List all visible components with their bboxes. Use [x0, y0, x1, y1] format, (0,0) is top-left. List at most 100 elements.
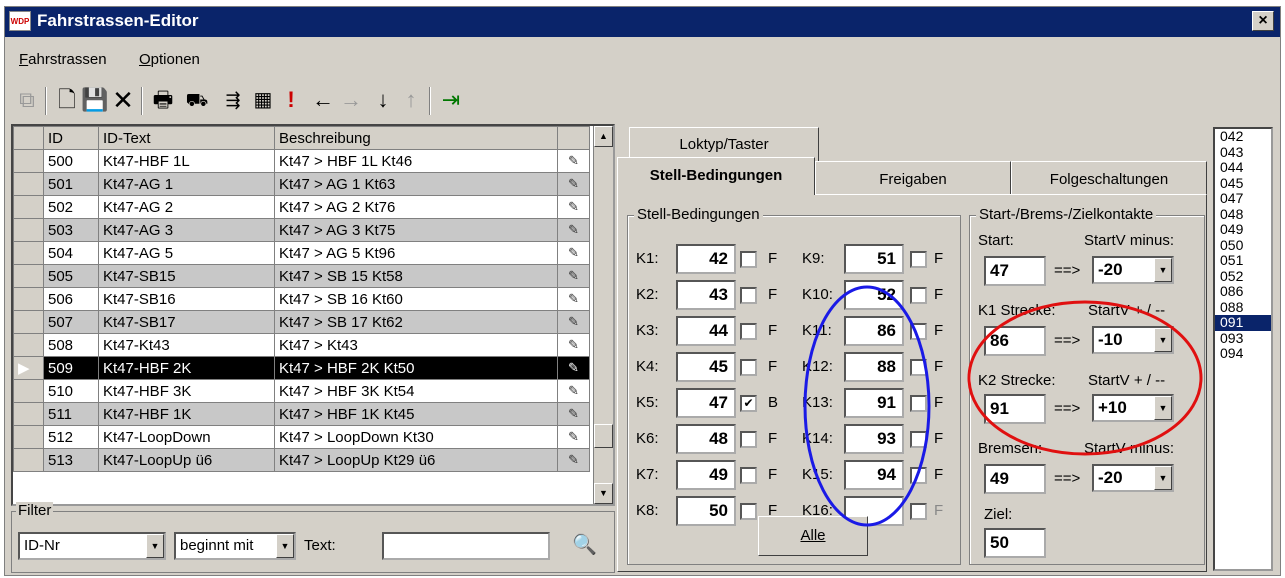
locomotive-icon[interactable]: ⛟ [183, 85, 211, 115]
col-id-text[interactable]: ID-Text [98, 126, 275, 150]
list-item[interactable]: 047 [1215, 190, 1271, 207]
table-row[interactable]: 513 Kt47-LoopUp ü6 Kt47 > LoopUp Kt29 ü6 ✎ [13, 448, 590, 472]
edit-icon[interactable]: ✎ [557, 149, 590, 173]
save-icon[interactable]: 💾 [81, 85, 109, 115]
start-field[interactable]: 47 [984, 256, 1046, 286]
chevron-down-icon[interactable]: ▼ [1154, 396, 1172, 420]
row-indicator[interactable] [13, 195, 44, 219]
chevron-down-icon[interactable]: ▼ [1154, 466, 1172, 490]
list-item[interactable]: 042 [1215, 128, 1271, 145]
table-scrollbar[interactable]: ▲ ▼ [593, 126, 613, 504]
signal-icon[interactable]: ▦ [249, 85, 277, 115]
k-checkbox[interactable] [910, 467, 927, 484]
close-button[interactable]: × [1252, 11, 1274, 31]
edit-icon[interactable]: ✎ [557, 379, 590, 403]
list-item[interactable]: 052 [1215, 268, 1271, 285]
k1-v-select[interactable]: -10 ▼ [1092, 326, 1174, 354]
chevron-down-icon[interactable]: ▼ [146, 534, 164, 558]
filter-text-input[interactable] [382, 532, 550, 560]
list-item[interactable]: 045 [1215, 175, 1271, 192]
list-item[interactable]: 088 [1215, 299, 1271, 316]
new-icon[interactable]: 🗋 [53, 85, 81, 115]
table-row[interactable]: 510 Kt47-HBF 3K Kt47 > HBF 3K Kt54 ✎ [13, 379, 590, 403]
alle-button[interactable]: Alle [758, 516, 868, 556]
table-row[interactable]: 508 Kt47-Kt43 Kt47 > Kt43 ✎ [13, 333, 590, 357]
edit-icon[interactable]: ✎ [557, 333, 590, 357]
chevron-down-icon[interactable]: ▼ [276, 534, 294, 558]
delete-icon[interactable]: ✕ [109, 85, 137, 115]
edit-icon[interactable]: ✎ [557, 448, 590, 472]
row-indicator[interactable] [13, 425, 44, 449]
k-checkbox[interactable] [740, 503, 757, 520]
edit-icon[interactable]: ✎ [557, 425, 590, 449]
k-checkbox[interactable] [740, 251, 757, 268]
k-field[interactable]: 42 [676, 244, 736, 274]
k-checkbox[interactable] [910, 431, 927, 448]
k-checkbox[interactable] [740, 467, 757, 484]
filter-mode-select[interactable]: beginnt mit ▼ [174, 532, 296, 560]
table-row[interactable]: 504 Kt47-AG 5 Kt47 > AG 5 Kt96 ✎ [13, 241, 590, 265]
row-indicator[interactable] [13, 149, 44, 173]
row-indicator[interactable] [13, 402, 44, 426]
k-field[interactable]: 91 [844, 388, 904, 418]
list-item[interactable]: 093 [1215, 330, 1271, 347]
k-field[interactable]: 86 [844, 316, 904, 346]
k-field[interactable]: 43 [676, 280, 736, 310]
chevron-down-icon[interactable]: ▼ [1154, 328, 1172, 352]
table-row[interactable]: 507 Kt47-SB17 Kt47 > SB 17 Kt62 ✎ [13, 310, 590, 334]
k-checkbox[interactable] [740, 287, 757, 304]
arrow-right-icon[interactable]: → [337, 85, 365, 115]
k-checkbox[interactable] [910, 395, 927, 412]
k-checkbox[interactable] [910, 251, 927, 268]
edit-icon[interactable]: ✎ [557, 402, 590, 426]
col-id[interactable]: ID [43, 126, 99, 150]
k-field[interactable]: 51 [844, 244, 904, 274]
ziel-field[interactable]: 50 [984, 528, 1046, 558]
list-item[interactable]: 049 [1215, 221, 1271, 238]
k-checkbox[interactable] [740, 323, 757, 340]
table-row[interactable]: 503 Kt47-AG 3 Kt47 > AG 3 Kt75 ✎ [13, 218, 590, 242]
table-row[interactable]: 511 Kt47-HBF 1K Kt47 > HBF 1K Kt45 ✎ [13, 402, 590, 426]
row-indicator[interactable] [13, 287, 44, 311]
row-indicator[interactable] [13, 218, 44, 242]
bremsen-field[interactable]: 49 [984, 464, 1046, 494]
tab-stell-bedingungen[interactable]: Stell-Bedingungen [617, 157, 815, 195]
col-beschreibung[interactable]: Beschreibung [274, 126, 558, 150]
k-field[interactable]: 52 [844, 280, 904, 310]
exit-icon[interactable]: ⇥ [437, 85, 465, 115]
binoculars-icon[interactable]: 🔍 [572, 532, 597, 557]
edit-icon[interactable]: ✎ [557, 218, 590, 242]
arrow-left-icon[interactable]: ← [309, 85, 337, 115]
k2-v-select[interactable]: +10 ▼ [1092, 394, 1174, 422]
scroll-down-icon[interactable]: ▼ [594, 483, 613, 504]
edit-icon[interactable]: ✎ [557, 241, 590, 265]
k-field[interactable]: 93 [844, 424, 904, 454]
list-item[interactable]: 094 [1215, 345, 1271, 362]
edit-icon[interactable]: ✎ [557, 172, 590, 196]
k-checkbox[interactable] [740, 431, 757, 448]
k-checkbox[interactable] [910, 503, 927, 520]
k-field[interactable]: 49 [676, 460, 736, 490]
k-field[interactable]: 45 [676, 352, 736, 382]
copy-icon[interactable]: ⧉ [13, 85, 41, 115]
table-row[interactable]: 500 Kt47-HBF 1L Kt47 > HBF 1L Kt46 ✎ [13, 149, 590, 173]
tab-folgeschaltungen[interactable]: Folgeschaltungen [1011, 161, 1207, 195]
list-item[interactable]: 051 [1215, 252, 1271, 269]
list-item[interactable]: 048 [1215, 206, 1271, 223]
menu-fahrstrassen[interactable]: Fahrstrassen [19, 51, 107, 68]
k-checkbox[interactable] [910, 323, 927, 340]
k-field[interactable]: 44 [676, 316, 736, 346]
row-indicator[interactable] [13, 264, 44, 288]
k2-strecke-field[interactable]: 91 [984, 394, 1046, 424]
row-indicator[interactable]: ▶ [13, 356, 44, 380]
k-checkbox[interactable] [740, 359, 757, 376]
row-indicator[interactable] [13, 241, 44, 265]
bremsen-v-select[interactable]: -20 ▼ [1092, 464, 1174, 492]
edit-icon[interactable]: ✎ [557, 287, 590, 311]
edit-icon[interactable]: ✎ [557, 310, 590, 334]
k-checkbox[interactable]: ✔ [740, 395, 757, 412]
list-item[interactable]: 044 [1215, 159, 1271, 176]
menu-optionen[interactable]: Optionen [139, 51, 200, 68]
row-indicator[interactable] [13, 333, 44, 357]
chevron-down-icon[interactable]: ▼ [1154, 258, 1172, 282]
